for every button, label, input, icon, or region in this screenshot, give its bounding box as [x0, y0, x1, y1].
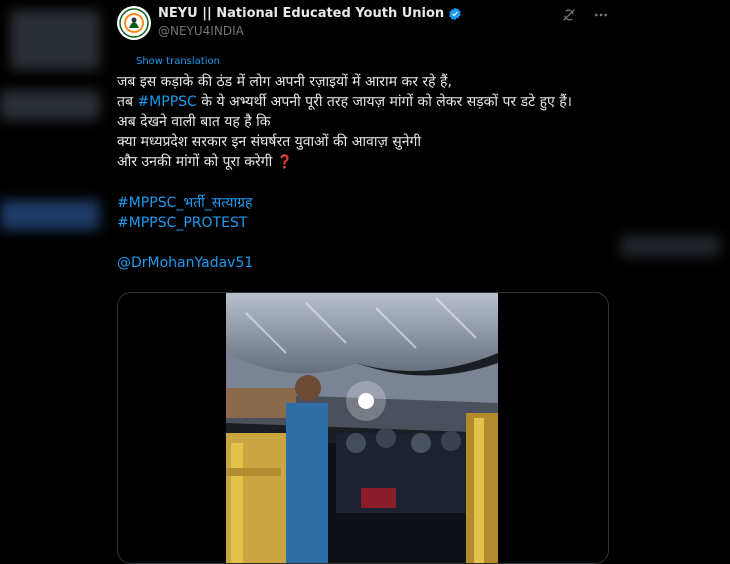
- display-name[interactable]: NEYU || National Educated Youth Union: [158, 6, 444, 21]
- tweet-line-2: तब #MPPSC के ये अभ्यर्थी अपनी पूरी तरह ज…: [117, 92, 627, 112]
- background-timeline-left: [0, 0, 110, 548]
- tweet-line-4: क्या मध्यप्रदेश सरकार इन संघर्षरत युवाओं…: [117, 134, 422, 150]
- blurred-content: [620, 235, 720, 257]
- grok-icon[interactable]: [560, 6, 578, 24]
- emblem-logo-icon: [119, 8, 149, 38]
- hashtag-mppsc-protest[interactable]: #MPPSC_PROTEST: [117, 213, 627, 233]
- video-thumbnail[interactable]: [226, 293, 498, 563]
- verified-badge-icon: [449, 7, 461, 20]
- text-span: तब: [117, 94, 138, 110]
- mention-drmohanyadav[interactable]: @DrMohanYadav51: [117, 253, 627, 273]
- text-span: और उनकी मांगों को पूरा करेगी: [117, 154, 273, 170]
- more-dots-icon[interactable]: [592, 6, 610, 24]
- tweet-card[interactable]: NEYU || National Educated Youth Union @N…: [110, 0, 610, 564]
- blurred-content: [10, 10, 100, 70]
- account-name-row[interactable]: NEYU || National Educated Youth Union: [158, 6, 462, 21]
- tweet-text: जब इस कड़ाके की ठंड में लोग अपनी रज़ाइयो…: [117, 72, 627, 273]
- media-container[interactable]: [117, 292, 609, 564]
- blurred-content: [0, 200, 100, 230]
- tweet-line-5: और उनकी मांगों को पूरा करेगी ❓: [117, 152, 627, 173]
- show-translation-link[interactable]: Show translation: [136, 56, 220, 67]
- blurred-content: [0, 90, 100, 120]
- background-timeline-right: [610, 0, 730, 548]
- avatar[interactable]: [117, 6, 151, 40]
- tweet-actions: [560, 6, 610, 24]
- text-span: के ये अभ्यर्थी अपनी पूरी तरह जायज़ मांगो…: [196, 94, 572, 110]
- question-mark-emoji: ❓: [276, 155, 293, 170]
- hashtag-bharti-satyagrah[interactable]: #MPPSC_भर्ती_सत्याग्रह: [117, 193, 627, 213]
- tweet-line-3: अब देखने वाली बात यह है कि: [117, 114, 271, 130]
- account-handle[interactable]: @NEYU4INDIA: [158, 24, 244, 38]
- tweet-line-1: जब इस कड़ाके की ठंड में लोग अपनी रज़ाइयो…: [117, 74, 452, 90]
- hashtag-mppsc[interactable]: #MPPSC: [137, 94, 196, 110]
